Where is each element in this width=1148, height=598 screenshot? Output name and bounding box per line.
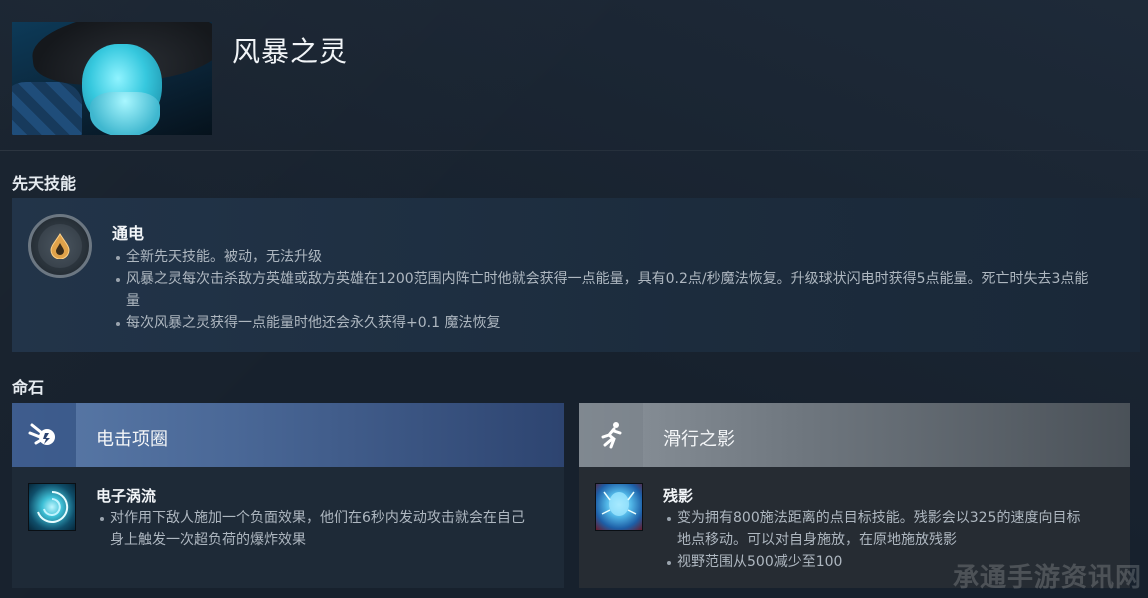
innate-panel: 通电 全新先天技能。被动，无法升级 风暴之灵每次击杀敌方英雄或敌方英雄在1200… — [12, 198, 1140, 352]
innate-section-title: 先天技能 — [12, 174, 77, 193]
header-divider — [0, 150, 1148, 151]
facet-title: 电击项圈 — [96, 429, 168, 450]
facet-description: 对作用下敌人施加一个负面效果，他们在6秒内发动攻击就会在自己身上触发一次超负荷的… — [96, 507, 526, 551]
innate-bullet: 全新先天技能。被动，无法升级 — [112, 246, 1102, 268]
ability-name: 电子涡流 — [96, 487, 157, 505]
innate-bullet: 每次风暴之灵获得一点能量时他还会永久获得+0.1 魔法恢复 — [112, 312, 1102, 334]
lightning-burst-icon — [12, 403, 76, 467]
innate-description: 全新先天技能。被动，无法升级 风暴之灵每次击杀敌方英雄或敌方英雄在1200范围内… — [112, 246, 1102, 334]
ability-name: 残影 — [663, 487, 694, 505]
facet-bullet: 变为拥有800施法距离的点目标技能。残影会以325的速度向目标地点移动。可以对自… — [663, 507, 1088, 551]
facet-header: 滑行之影 — [579, 403, 1130, 467]
running-figure-icon — [579, 403, 643, 467]
facet-card-left[interactable]: 电击项圈 电子涡流 对作用下敌人施加一个负面效果，他们在6秒内发动攻击就会在自己… — [12, 403, 564, 588]
facet-bullet: 对作用下敌人施加一个负面效果，他们在6秒内发动攻击就会在自己身上触发一次超负荷的… — [96, 507, 526, 551]
innate-bullet: 风暴之灵每次击杀敌方英雄或敌方英雄在1200范围内阵亡时他就会获得一点能量，具有… — [112, 268, 1102, 312]
facets-section-title: 命石 — [12, 378, 45, 397]
innate-drop-icon[interactable] — [28, 214, 92, 278]
hero-name: 风暴之灵 — [232, 35, 349, 68]
facet-header: 电击项圈 — [12, 403, 564, 467]
innate-ability-name: 通电 — [112, 224, 145, 243]
static-remnant-icon[interactable] — [595, 483, 643, 531]
facet-title: 滑行之影 — [663, 429, 735, 450]
hero-portrait — [12, 22, 212, 135]
electric-vortex-icon[interactable] — [28, 483, 76, 531]
watermark: 承通手游资讯网 — [952, 563, 1142, 593]
